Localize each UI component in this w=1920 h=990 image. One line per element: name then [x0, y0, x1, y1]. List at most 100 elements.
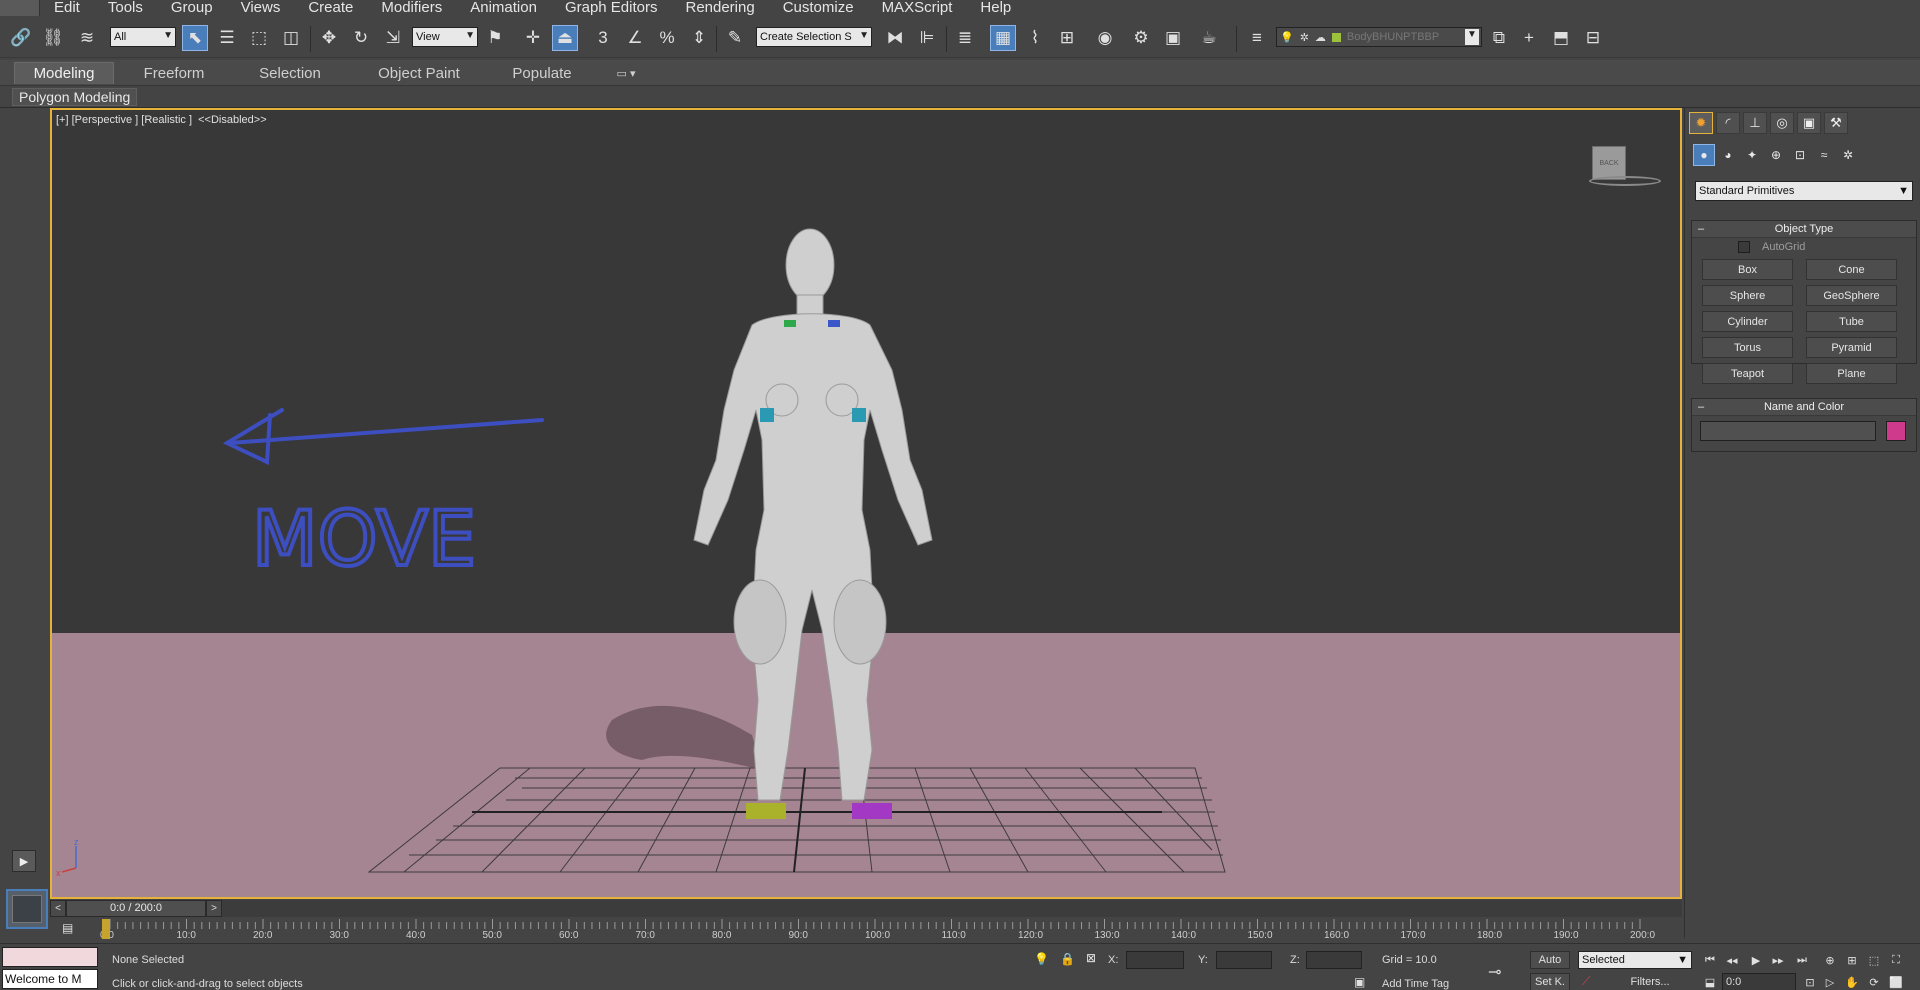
tab-modeling[interactable]: Modeling	[14, 62, 114, 84]
auto-key-button[interactable]: Auto	[1530, 951, 1570, 969]
next-frame-icon[interactable]: ▸▸	[1768, 951, 1788, 969]
menu-maxscript[interactable]: MAXScript	[868, 0, 967, 16]
key-mode-toggle-icon[interactable]: ⬓	[1700, 973, 1720, 990]
lights-icon[interactable]: ✦	[1741, 144, 1763, 166]
app-logo[interactable]	[0, 0, 40, 16]
layer-dropdown[interactable]: 💡 ✲ ☁ BodyBHUNPTBBP ▼	[1276, 27, 1482, 47]
tab-selection[interactable]: Selection	[240, 62, 340, 84]
torus-button[interactable]: Torus	[1702, 337, 1793, 358]
box-button[interactable]: Box	[1702, 259, 1793, 280]
menu-help[interactable]: Help	[966, 0, 1025, 16]
go-to-start-icon[interactable]: ⏮	[1700, 951, 1720, 969]
geosphere-button[interactable]: GeoSphere	[1806, 285, 1897, 306]
frame-ruler[interactable]: 0:010:020:030:040:050:060:070:080:090:01…	[100, 917, 1682, 943]
polygon-modeling-panel[interactable]: Polygon Modeling	[12, 88, 138, 106]
time-slider-next-button[interactable]: >	[206, 900, 222, 917]
edit-named-selection-icon[interactable]: ✎	[722, 25, 748, 51]
manipulate-icon[interactable]: ✛	[520, 25, 546, 51]
geometry-icon[interactable]: ●	[1693, 144, 1715, 166]
scene-explorer-icon[interactable]: ▦	[990, 25, 1016, 51]
angle-snap-icon[interactable]: ∠	[622, 25, 648, 51]
time-slider-thumb[interactable]: 0:0 / 200:0	[66, 900, 206, 917]
maximize-viewport-icon[interactable]: ⬜	[1886, 973, 1906, 990]
menu-animation[interactable]: Animation	[456, 0, 551, 16]
sphere-button[interactable]: Sphere	[1702, 285, 1793, 306]
schematic-view-icon[interactable]: ⊞	[1054, 25, 1080, 51]
menu-edit[interactable]: Edit	[40, 0, 94, 16]
menu-rendering[interactable]: Rendering	[671, 0, 768, 16]
menu-tools[interactable]: Tools	[94, 0, 157, 16]
plane-button[interactable]: Plane	[1806, 363, 1897, 384]
render-production-icon[interactable]: ☕	[1196, 25, 1222, 51]
key-filter-dropdown[interactable]: Selected ▼	[1578, 951, 1692, 969]
menu-views[interactable]: Views	[227, 0, 295, 16]
time-slider[interactable]: < 0:0 / 200:0 >	[50, 900, 1682, 917]
snaps-toggle-icon[interactable]: 3	[590, 25, 616, 51]
menu-customize[interactable]: Customize	[769, 0, 868, 16]
autogrid-checkbox[interactable]: AutoGrid	[1738, 241, 1805, 253]
select-object-icon[interactable]: ⬉	[182, 25, 208, 51]
viewcube[interactable]: BACK	[1592, 146, 1626, 180]
current-frame-field[interactable]: 0:0	[1722, 973, 1796, 990]
time-configuration-icon[interactable]: ⊡	[1800, 973, 1820, 990]
play-animation-icon[interactable]: ▶	[1746, 951, 1766, 969]
menu-create[interactable]: Create	[294, 0, 367, 16]
time-tag-icon[interactable]: ▣	[1354, 975, 1365, 989]
render-setup-icon[interactable]: ⚙	[1128, 25, 1154, 51]
zoom-all-icon[interactable]: ⊞	[1842, 951, 1862, 969]
cone-button[interactable]: Cone	[1806, 259, 1897, 280]
set-current-layer-icon[interactable]: ⊟	[1580, 25, 1606, 51]
set-key-button[interactable]: Set K.	[1530, 973, 1570, 990]
select-and-link-icon[interactable]: 🔗	[8, 25, 34, 51]
layer-manager-icon[interactable]: ≣	[952, 25, 978, 51]
select-in-layer-icon[interactable]: ⬒	[1548, 25, 1574, 51]
cameras-icon[interactable]: ⊕	[1765, 144, 1787, 166]
rectangular-selection-icon[interactable]: ⬚	[246, 25, 272, 51]
display-icon[interactable]: ▣	[1797, 112, 1821, 134]
spacewarps-icon[interactable]: ≈	[1813, 144, 1835, 166]
utilities-icon[interactable]: ⚒	[1824, 112, 1848, 134]
menu-group[interactable]: Group	[157, 0, 227, 16]
helpers-icon[interactable]: ⊡	[1789, 144, 1811, 166]
field-of-view-icon[interactable]: ▷	[1820, 973, 1840, 990]
orbit-icon[interactable]: ⟳	[1864, 973, 1884, 990]
select-and-move-icon[interactable]: ✥	[316, 25, 342, 51]
spinner-snap-icon[interactable]: ⇕	[686, 25, 712, 51]
cylinder-button[interactable]: Cylinder	[1702, 311, 1793, 332]
previous-frame-icon[interactable]: ◂◂	[1722, 951, 1742, 969]
shapes-icon[interactable]: ◕	[1717, 144, 1739, 166]
modify-icon[interactable]: ◜	[1716, 112, 1740, 134]
systems-icon[interactable]: ✲	[1837, 144, 1859, 166]
z-coordinate-field[interactable]	[1306, 951, 1362, 969]
pyramid-button[interactable]: Pyramid	[1806, 337, 1897, 358]
key-mode-icon[interactable]: ⟋	[1582, 974, 1590, 989]
select-by-name-icon[interactable]: ☰	[214, 25, 240, 51]
motion-icon[interactable]: ◎	[1770, 112, 1794, 134]
zoom-extents-all-icon[interactable]: ⛶	[1886, 951, 1906, 969]
track-bar[interactable]: ▤ 0:010:020:030:040:050:060:070:080:090:…	[50, 917, 1682, 943]
tab-freeform[interactable]: Freeform	[124, 62, 224, 84]
create-new-layer-icon[interactable]: ⧉	[1486, 25, 1512, 51]
create-icon[interactable]: ✹	[1689, 112, 1713, 134]
current-frame-marker[interactable]	[102, 919, 110, 939]
primitive-type-dropdown[interactable]: Standard Primitives ▼	[1695, 181, 1913, 201]
play-icon[interactable]: ▶	[12, 850, 36, 872]
viewcube-compass-ring[interactable]	[1589, 176, 1661, 186]
maxscript-output[interactable]: Welcome to M	[2, 969, 98, 989]
named-selection-dropdown[interactable]: Create Selection S ▼	[756, 27, 872, 47]
absolute-mode-icon[interactable]: ⊠	[1086, 951, 1096, 965]
pan-view-icon[interactable]: ✋	[1842, 973, 1862, 990]
object-color-swatch[interactable]	[1886, 421, 1906, 441]
ribbon-options-icon[interactable]: ▭ ▾	[606, 62, 646, 84]
filters-button[interactable]: Filters...	[1608, 973, 1692, 990]
teapot-button[interactable]: Teapot	[1702, 363, 1793, 384]
material-editor-icon[interactable]: ◉	[1092, 25, 1118, 51]
bind-to-spacewarp-icon[interactable]: ≋	[74, 25, 100, 51]
object-name-field[interactable]	[1700, 421, 1876, 441]
select-and-rotate-icon[interactable]: ↻	[348, 25, 374, 51]
name-and-color-header[interactable]: – Name and Color	[1692, 399, 1916, 416]
rendered-frame-window-icon[interactable]: ▣	[1160, 25, 1186, 51]
curve-editor-icon[interactable]: ⌇	[1022, 25, 1048, 51]
viewport-layout-thumb[interactable]	[6, 889, 48, 929]
zoom-icon[interactable]: ⊕	[1820, 951, 1840, 969]
